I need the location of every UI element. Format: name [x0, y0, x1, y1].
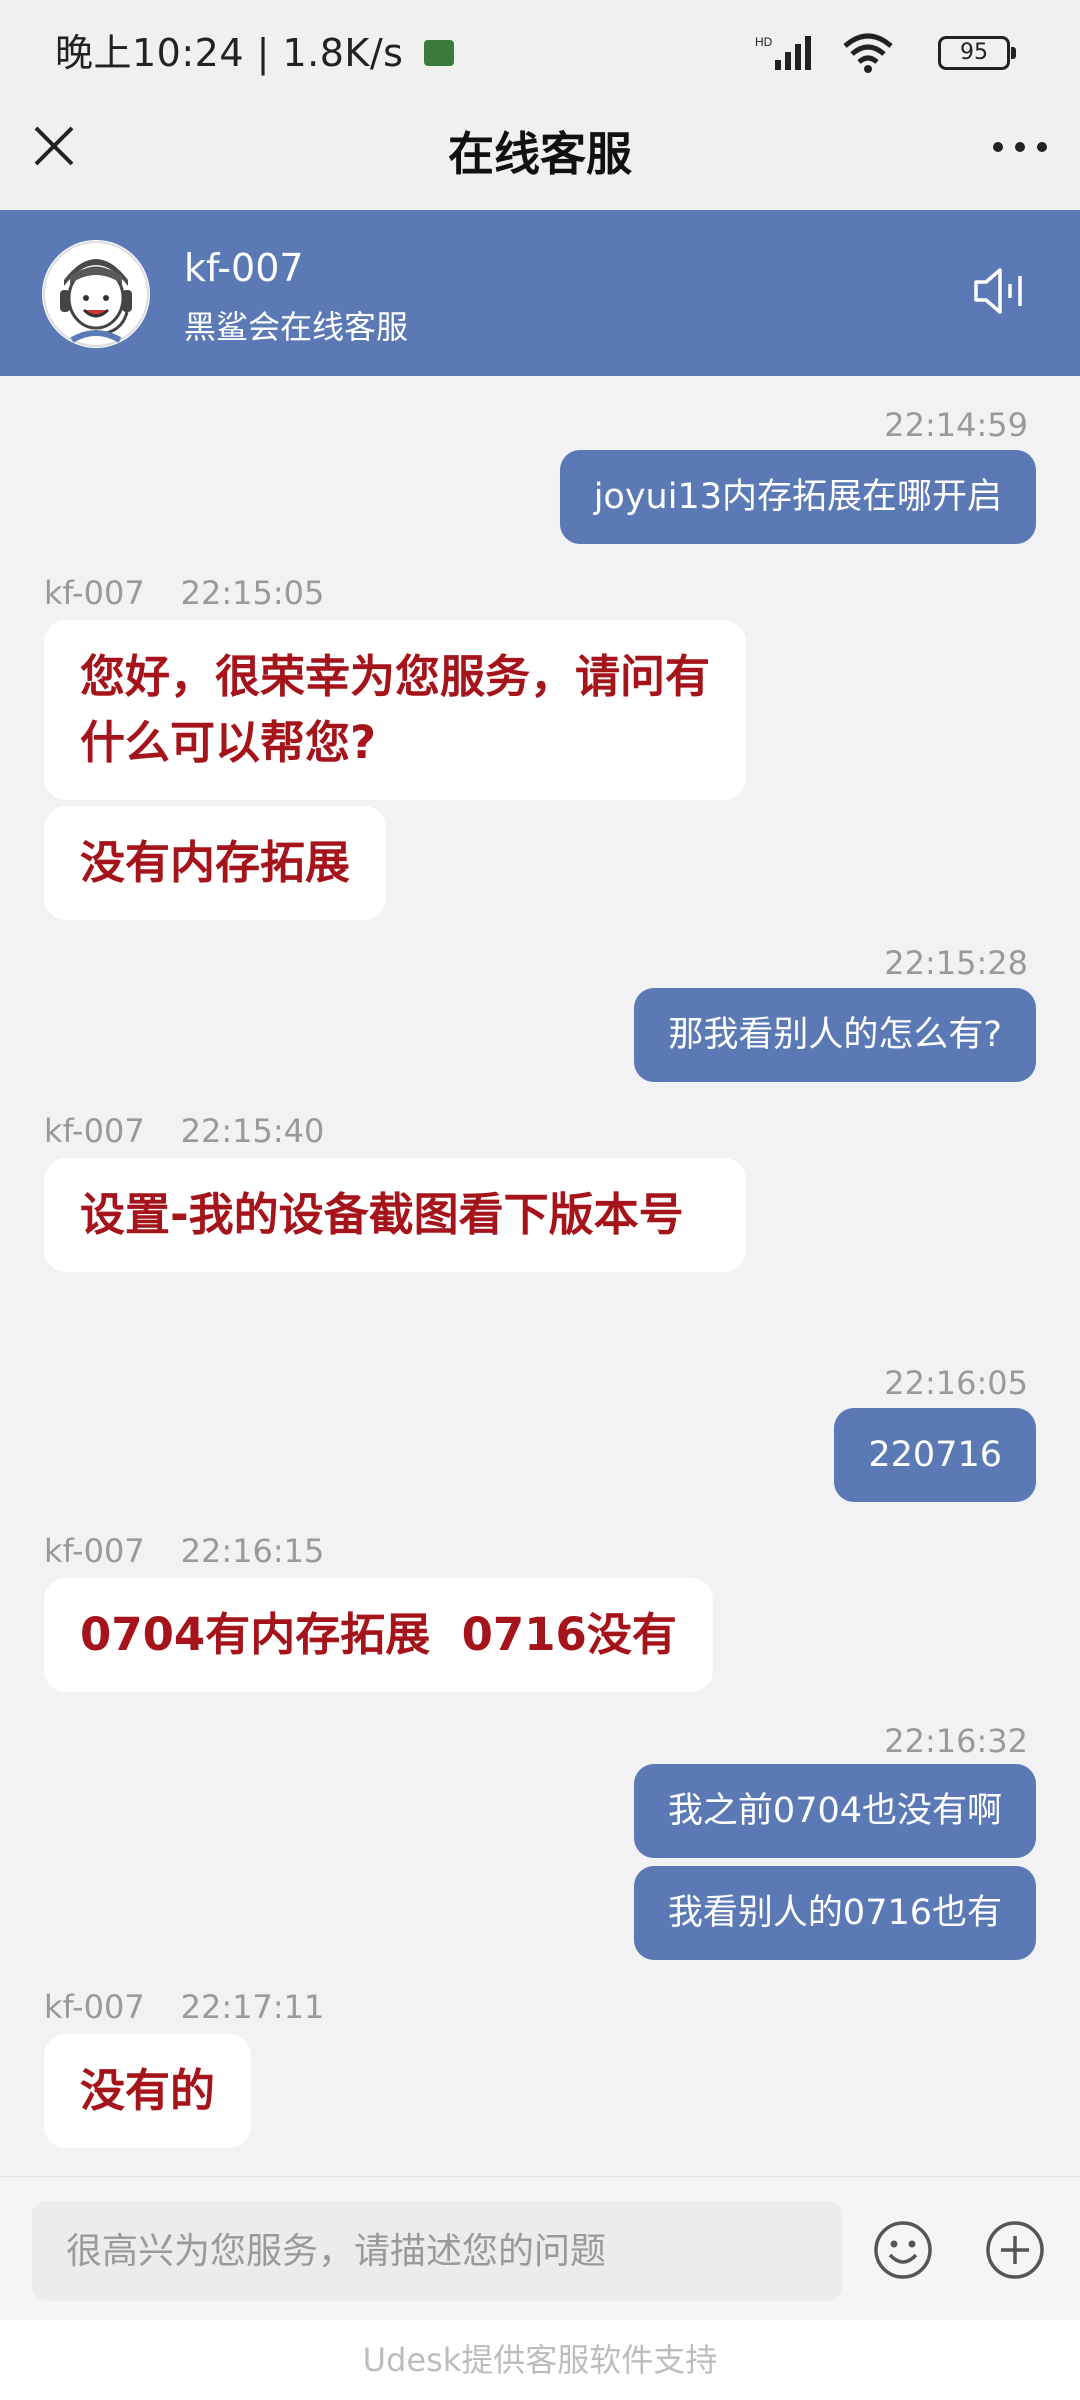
title-bar: 在线客服 [0, 100, 1080, 210]
chat-list[interactable]: 22:14:59 joyui13内存拓展在哪开启 kf-007 22:15:05 … [0, 376, 1080, 2176]
agent-message-meta: kf-007 22:17:11 [44, 1988, 324, 2026]
page-title: 在线客服 [448, 127, 632, 181]
message-time: 22:14:59 [884, 406, 1028, 444]
user-message: joyui13内存拓展在哪开启 [559, 450, 1036, 544]
message-time: 22:17:11 [180, 1988, 325, 2026]
agent-message: 设置-我的设备截图看下版本号 [44, 1158, 746, 1272]
status-time-speed: 晚上10:24 | 1.8K/s [55, 31, 404, 75]
agent-message-meta: kf-007 22:15:05 [44, 574, 324, 612]
signal-icon: HD [755, 35, 811, 70]
sender-name: kf-007 [44, 574, 145, 612]
message-time: 22:15:40 [180, 1112, 325, 1150]
wifi-icon [843, 33, 893, 73]
battery-indicator: 95 [938, 36, 1016, 70]
agent-message-meta: kf-007 22:16:15 [44, 1532, 324, 1570]
message-input[interactable] [32, 2201, 842, 2301]
agent-message-meta: kf-007 22:15:40 [44, 1112, 324, 1150]
battery-level: 95 [960, 40, 988, 65]
sender-name: kf-007 [44, 1112, 145, 1150]
user-message: 我看别人的0716也有 [633, 1866, 1036, 1960]
status-bar: 晚上10:24 | 1.8K/s HD 95 [0, 0, 1080, 100]
input-bar [0, 2176, 1080, 2321]
agent-info-bar: kf-007 黑鲨会在线客服 [0, 210, 1080, 376]
speaker-icon[interactable] [972, 264, 1030, 318]
agent-subtitle: 黑鲨会在线客服 [184, 308, 409, 346]
agent-message: 0704有内存拓展 0716没有 [44, 1578, 713, 1692]
agent-message: 没有内存拓展 [44, 806, 387, 920]
agent-name: kf-007 [184, 246, 304, 290]
user-message: 我之前0704也没有啊 [633, 1764, 1036, 1858]
sender-name: kf-007 [44, 1988, 145, 2026]
avatar [42, 240, 150, 348]
message-time: 22:16:15 [180, 1532, 325, 1570]
message-time: 22:16:32 [884, 1722, 1028, 1760]
message-time: 22:16:05 [884, 1364, 1028, 1402]
sender-name: kf-007 [44, 1532, 145, 1570]
sim-card-icon [424, 39, 455, 66]
message-time: 22:15:28 [884, 944, 1028, 982]
agent-message: 您好，很荣幸为您服务，请问有什么可以帮您? [44, 620, 746, 800]
plus-icon[interactable] [984, 2219, 1046, 2281]
emoji-icon[interactable] [872, 2219, 934, 2281]
message-time: 22:15:05 [180, 574, 325, 612]
status-left: 晚上10:24 | 1.8K/s [55, 22, 455, 77]
agent-message: 没有的 [44, 2034, 252, 2148]
user-message: 220716 [834, 1408, 1036, 1502]
agent-avatar-icon [43, 241, 149, 347]
svg-text:HD: HD [755, 35, 773, 49]
more-icon[interactable] [988, 122, 1052, 172]
user-message: 那我看别人的怎么有? [634, 988, 1036, 1082]
footer-credit: Udesk提供客服软件支持 [0, 2320, 1080, 2400]
